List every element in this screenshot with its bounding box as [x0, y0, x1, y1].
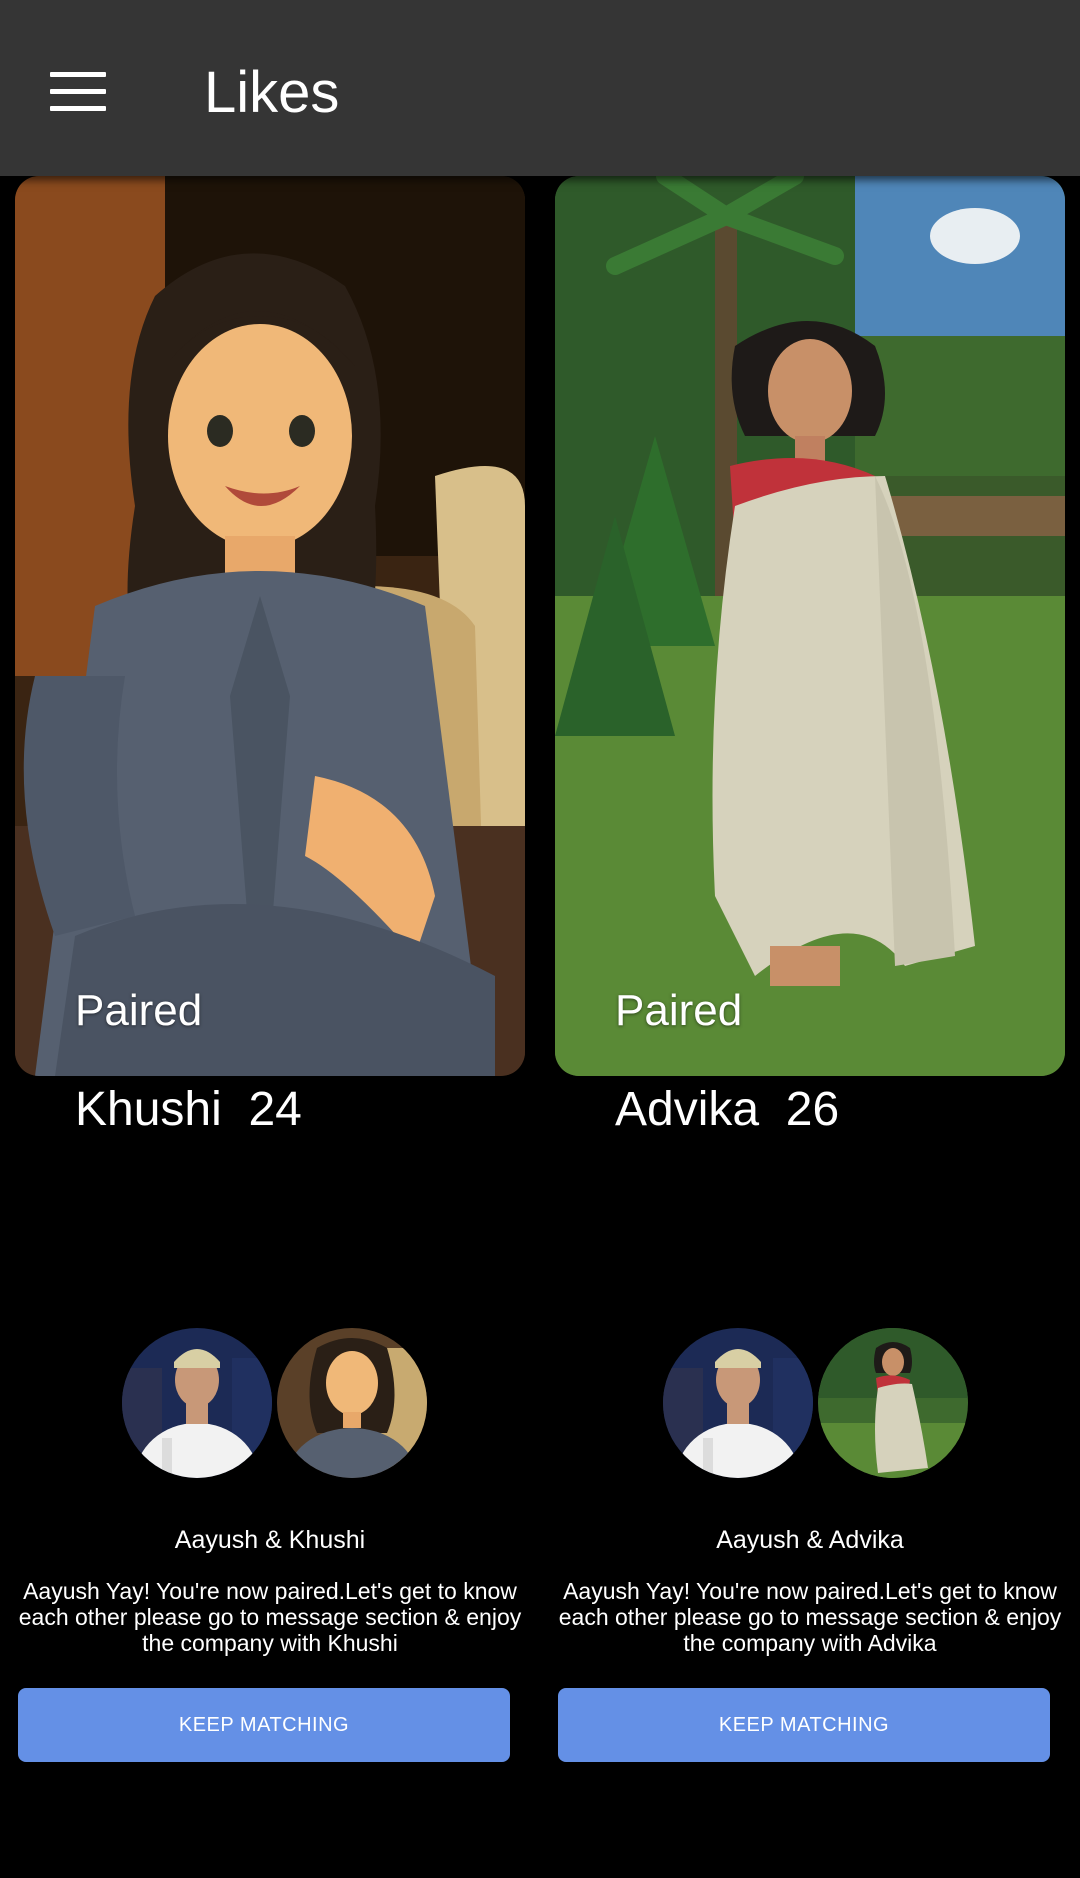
- avatar-advika-image: [818, 1328, 968, 1478]
- avatar-aayush-image: [122, 1328, 272, 1478]
- pair-avatars: [540, 1328, 1080, 1478]
- keep-matching-button[interactable]: KEEP MATCHING: [18, 1688, 510, 1762]
- avatar-khushi: [277, 1328, 427, 1478]
- avatar-khushi-image: [277, 1328, 427, 1478]
- match-card-khushi: Paired Khushi 24 Aayush & Khushi Aayush …: [0, 0, 540, 1878]
- profile-name-age: Advika 26: [615, 1083, 840, 1136]
- pair-message: Aayush Yay! You're now paired.Let's get …: [558, 1578, 1062, 1656]
- pair-avatars: [0, 1328, 540, 1478]
- illustration-advika: [555, 176, 1065, 1076]
- avatar-advika: [818, 1328, 968, 1478]
- illustration-khushi: [15, 176, 525, 1076]
- hamburger-menu-icon[interactable]: [50, 72, 106, 112]
- profile-name-age: Khushi 24: [75, 1083, 302, 1136]
- avatar-aayush: [122, 1328, 272, 1478]
- profile-photo-advika[interactable]: Paired: [555, 176, 1065, 1076]
- avatar-aayush-image: [663, 1328, 813, 1478]
- paired-badge: Paired: [75, 986, 203, 1035]
- top-app-bar: Likes: [0, 0, 1080, 176]
- match-card-advika: Paired Advika 26 Aayush & Advika Aayush …: [540, 0, 1080, 1878]
- paired-badge: Paired: [615, 986, 743, 1035]
- keep-matching-button[interactable]: KEEP MATCHING: [558, 1688, 1050, 1762]
- pair-names: Aayush & Khushi: [174, 1526, 366, 1554]
- page-title: Likes: [204, 60, 340, 125]
- pair-names: Aayush & Advika: [716, 1526, 904, 1554]
- avatar-aayush: [663, 1328, 813, 1478]
- profile-photo-khushi[interactable]: Paired: [15, 176, 525, 1076]
- pair-message: Aayush Yay! You're now paired.Let's get …: [18, 1578, 522, 1656]
